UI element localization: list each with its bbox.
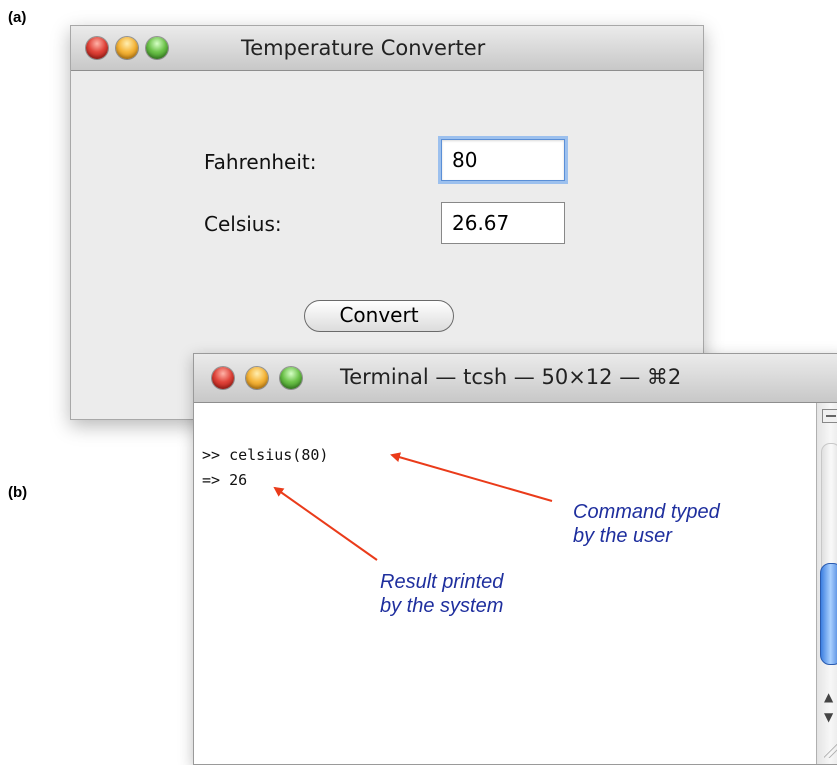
command-arrow bbox=[390, 452, 553, 502]
annotation-arrows bbox=[273, 452, 553, 561]
result-annotation-line-2: by the system bbox=[380, 595, 504, 617]
result-annotation: Result printed by the system bbox=[380, 570, 503, 618]
command-annotation: Command typed by the user bbox=[573, 500, 720, 548]
command-annotation-line-2: by the user bbox=[573, 525, 672, 547]
result-arrow bbox=[273, 486, 378, 561]
command-annotation-line-1: Command typed bbox=[573, 501, 720, 523]
result-annotation-line-1: Result printed bbox=[380, 571, 504, 593]
